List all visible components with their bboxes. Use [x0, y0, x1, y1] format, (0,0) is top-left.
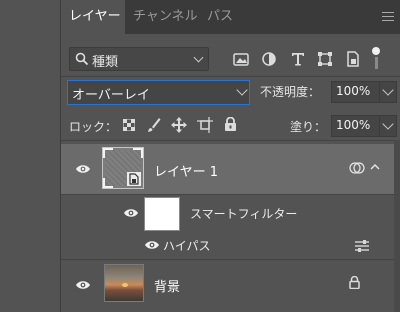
- smart-filter-row[interactable]: スマートフィルター: [61, 195, 400, 231]
- visibility-eye-icon[interactable]: [124, 208, 138, 218]
- smart-filter-mask-thumbnail[interactable]: [144, 197, 180, 231]
- chevron-down-icon: [382, 84, 394, 96]
- lock-label: ロック：: [69, 120, 118, 134]
- panel-scrollbar-track[interactable]: [394, 140, 400, 312]
- background-thumbnail[interactable]: [104, 264, 144, 302]
- collapse-chevron-icon[interactable]: [370, 163, 380, 171]
- left-canvas-area: [0, 0, 60, 312]
- filter-effect-row[interactable]: ハイパス: [61, 234, 400, 256]
- layers-panel: レイヤー チャンネル パス 種類 オーバーレイ 不透明度： 100% ロック： …: [61, 0, 400, 312]
- filter-blending-options-icon[interactable]: [355, 240, 369, 252]
- separator: [61, 76, 400, 77]
- lock-artboard-icon[interactable]: [197, 117, 213, 133]
- smart-object-badge-icon: [127, 172, 141, 186]
- fill-input[interactable]: 100%: [331, 115, 385, 137]
- filter-kind-label: 種類: [92, 55, 119, 70]
- search-icon: [75, 52, 89, 66]
- type-filter-icon[interactable]: [289, 50, 307, 68]
- layer-row-layer1[interactable]: レイヤー 1: [61, 144, 400, 194]
- layer-kind-filter[interactable]: 種類: [69, 47, 209, 71]
- lock-all-icon[interactable]: [224, 117, 237, 132]
- lock-image-pixels-icon[interactable]: [147, 117, 161, 133]
- panel-menu-icon[interactable]: [382, 12, 394, 22]
- adjustment-filter-icon[interactable]: [260, 50, 278, 68]
- opacity-label: 不透明度：: [260, 85, 321, 99]
- lock-transparent-pixels-icon[interactable]: [123, 119, 135, 131]
- tab-paths[interactable]: パス: [207, 0, 233, 34]
- tab-layers[interactable]: レイヤー: [61, 0, 125, 34]
- visibility-eye-icon[interactable]: [76, 280, 90, 290]
- opacity-dropdown-button[interactable]: [379, 81, 397, 103]
- chevron-down-icon: [236, 84, 248, 96]
- thumbnail-corner-marks: [103, 148, 113, 158]
- fill-value: 100%: [336, 118, 371, 132]
- tab-channels[interactable]: チャンネル: [133, 0, 198, 34]
- fill-label: 塗り：: [290, 120, 327, 134]
- layer-name[interactable]: 背景: [154, 276, 180, 295]
- visibility-eye-icon[interactable]: [145, 240, 159, 250]
- lock-position-icon[interactable]: [171, 117, 187, 133]
- opacity-input[interactable]: 100%: [331, 81, 385, 103]
- visibility-eye-icon[interactable]: [76, 164, 90, 174]
- layer-locked-icon[interactable]: [349, 276, 360, 289]
- smart-object-filter-icon[interactable]: [344, 50, 362, 68]
- layer-thumbnail[interactable]: [102, 147, 144, 189]
- smart-filter-indicator-icon: [349, 162, 365, 174]
- layer-row-background[interactable]: 背景: [61, 260, 400, 308]
- chevron-down-icon: [382, 118, 394, 130]
- shape-filter-icon[interactable]: [316, 50, 334, 68]
- smart-filter-label: スマートフィルター: [190, 207, 298, 221]
- separator: [61, 140, 400, 141]
- blend-mode-value: オーバーレイ: [72, 88, 150, 103]
- pixel-filter-icon[interactable]: [232, 50, 250, 68]
- panel-tab-bar: レイヤー チャンネル パス: [61, 0, 400, 34]
- blend-mode-select[interactable]: オーバーレイ: [67, 80, 250, 105]
- layer-name[interactable]: レイヤー 1: [154, 161, 218, 180]
- fill-dropdown-button[interactable]: [379, 115, 397, 137]
- filter-toggle-switch[interactable]: [372, 47, 380, 71]
- filter-effect-name: ハイパス: [163, 239, 211, 253]
- opacity-value: 100%: [336, 84, 371, 98]
- chevron-down-icon: [193, 52, 204, 63]
